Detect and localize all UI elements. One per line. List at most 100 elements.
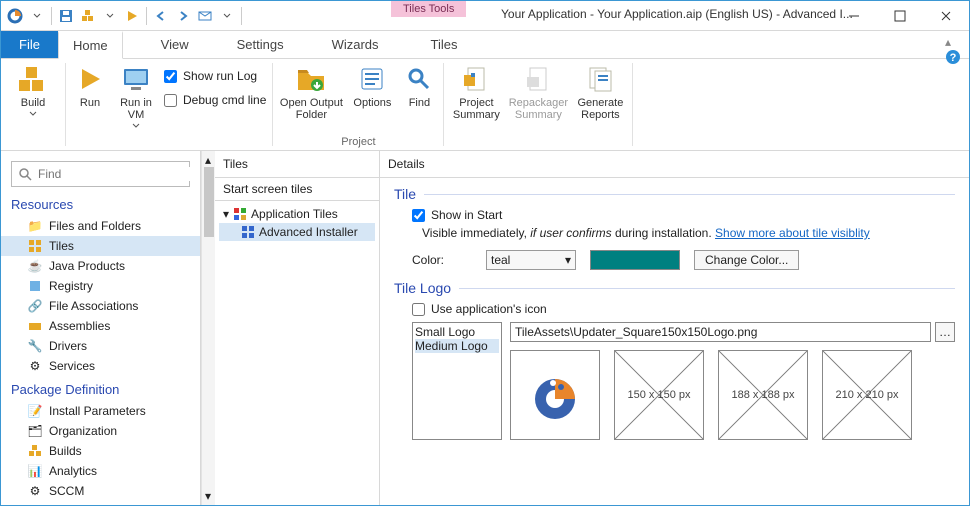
collapse-icon[interactable]: ▾	[223, 207, 229, 221]
debug-cmd-check[interactable]: Debug cmd line	[164, 93, 266, 107]
find-button[interactable]: Find	[401, 63, 437, 109]
tab-wizards[interactable]: Wizards	[318, 31, 393, 58]
logo-slot-210[interactable]: 210 x 210 px	[822, 350, 912, 440]
tile-section-header: Tile	[394, 186, 416, 202]
nav-analytics[interactable]: 📊Analytics	[1, 461, 200, 481]
qat-chevron-icon[interactable]	[29, 8, 45, 24]
scroll-thumb[interactable]	[204, 167, 214, 237]
tab-tiles[interactable]: Tiles	[413, 31, 476, 58]
nav-organization[interactable]: 🗂Organization	[1, 421, 200, 441]
tiles-tools-context-badge: Tiles Tools	[391, 1, 466, 17]
nav-builds[interactable]: Builds	[1, 441, 200, 461]
tab-settings[interactable]: Settings	[223, 31, 298, 58]
app-tiles-icon	[233, 207, 247, 221]
search-icon	[18, 167, 32, 181]
open-output-folder-label: Open Output Folder	[279, 97, 343, 121]
tree-advanced-installer[interactable]: Advanced Installer	[219, 223, 375, 241]
nav-tiles[interactable]: Tiles	[1, 236, 200, 256]
scroll-up-icon[interactable]: ▴	[205, 153, 211, 167]
sccm-icon: ⚙	[27, 483, 43, 499]
nav-sccm[interactable]: ⚙SCCM	[1, 481, 200, 501]
ribbon-collapse-icon[interactable]: ▴	[945, 35, 951, 49]
project-summary-button[interactable]: Project Summary	[450, 63, 502, 121]
qat-chevron-icon[interactable]	[102, 8, 118, 24]
change-color-button[interactable]: Change Color...	[694, 250, 799, 270]
tab-home[interactable]: Home	[58, 31, 123, 59]
drivers-icon: 🔧	[27, 338, 43, 354]
left-scrollbar[interactable]: ▴ ▾	[201, 151, 215, 505]
logo-slot-150[interactable]: 150 x 150 px	[614, 350, 704, 440]
open-output-folder-button[interactable]: Open Output Folder	[279, 63, 343, 121]
visibility-link[interactable]: Show more about tile visiblity	[715, 226, 870, 240]
build-icon[interactable]	[80, 8, 96, 24]
nav-install-params[interactable]: 📝Install Parameters	[1, 401, 200, 421]
tab-file[interactable]: File	[1, 31, 58, 58]
run-button[interactable]: Run	[72, 63, 108, 109]
options-button[interactable]: Options	[349, 63, 395, 109]
logo-size-medium[interactable]: Medium Logo	[415, 339, 499, 353]
left-nav: Resources 📁Files and Folders Tiles ☕Java…	[1, 151, 201, 505]
nav-files-folders[interactable]: 📁Files and Folders	[1, 216, 200, 236]
folder-icon: 📁	[27, 218, 43, 234]
save-icon[interactable]	[58, 8, 74, 24]
close-button[interactable]	[923, 1, 969, 30]
maximize-button[interactable]	[877, 1, 923, 30]
app-icon	[7, 8, 23, 24]
color-swatch	[590, 250, 680, 270]
tree-app-tiles[interactable]: ▾ Application Tiles	[219, 205, 375, 223]
find-input[interactable]	[38, 167, 193, 181]
chart-icon: 📊	[27, 463, 43, 479]
find-label: Find	[409, 97, 430, 109]
tiles-icon	[27, 238, 43, 254]
ribbon: Build Run Run in VM Show run Log	[1, 59, 969, 151]
run-in-vm-button[interactable]: Run in VM	[114, 63, 158, 128]
assemblies-icon	[27, 318, 43, 334]
titlebar: Tiles Tools Your Application - Your Appl…	[1, 1, 969, 31]
generate-reports-button[interactable]: Generate Reports	[574, 63, 626, 121]
window-title: Your Application - Your Application.aip …	[501, 7, 853, 21]
logo-size-list[interactable]: Small Logo Medium Logo	[412, 322, 502, 440]
build-button[interactable]: Build	[7, 63, 59, 116]
use-app-icon-check[interactable]: Use application's icon	[412, 302, 955, 316]
logo-slot-188[interactable]: 188 x 188 px	[718, 350, 808, 440]
mail-icon[interactable]	[197, 8, 213, 24]
help-icon[interactable]: ?	[945, 49, 961, 65]
registry-icon	[27, 278, 43, 294]
show-in-start-check[interactable]: Show in Start	[412, 208, 955, 222]
nav-java[interactable]: ☕Java Products	[1, 256, 200, 276]
find-box[interactable]	[11, 161, 190, 187]
options-label: Options	[353, 97, 391, 109]
tab-view[interactable]: View	[147, 31, 203, 58]
group-project-label: Project	[341, 136, 375, 148]
resources-header: Resources	[1, 197, 200, 216]
project-summary-label: Project Summary	[450, 97, 502, 121]
generate-reports-label: Generate Reports	[574, 97, 626, 121]
logo-size-small[interactable]: Small Logo	[415, 325, 499, 339]
chevron-down-icon: ▾	[565, 253, 571, 267]
color-select[interactable]: teal▾	[486, 250, 576, 270]
nav-registry[interactable]: Registry	[1, 276, 200, 296]
forward-icon[interactable]	[175, 8, 191, 24]
repackager-summary-label: Repackager Summary	[508, 97, 568, 121]
qat-chevron-icon[interactable]	[219, 8, 235, 24]
visibility-info: Visible immediately, if user confirms du…	[422, 226, 955, 240]
back-icon[interactable]	[153, 8, 169, 24]
show-run-log-check[interactable]: Show run Log	[164, 69, 266, 83]
builds-icon	[27, 443, 43, 459]
run-icon[interactable]	[124, 8, 140, 24]
browse-button[interactable]: …	[935, 322, 955, 342]
windows-icon	[241, 225, 255, 239]
scroll-down-icon[interactable]: ▾	[205, 489, 211, 503]
svg-text:?: ?	[950, 52, 957, 64]
run-label: Run	[80, 97, 100, 109]
main-tabs: File Home View Settings Wizards Tiles ▴ …	[1, 31, 969, 59]
nav-drivers[interactable]: 🔧Drivers	[1, 336, 200, 356]
gear-icon: ⚙	[27, 358, 43, 374]
nav-services[interactable]: ⚙Services	[1, 356, 200, 376]
nav-assemblies[interactable]: Assemblies	[1, 316, 200, 336]
details-header: Details	[380, 151, 969, 178]
minimize-button[interactable]	[831, 1, 877, 30]
nav-file-assoc[interactable]: 🔗File Associations	[1, 296, 200, 316]
build-label: Build	[21, 97, 45, 109]
logo-path-field[interactable]: TileAssets\Updater_Square150x150Logo.png	[510, 322, 931, 342]
